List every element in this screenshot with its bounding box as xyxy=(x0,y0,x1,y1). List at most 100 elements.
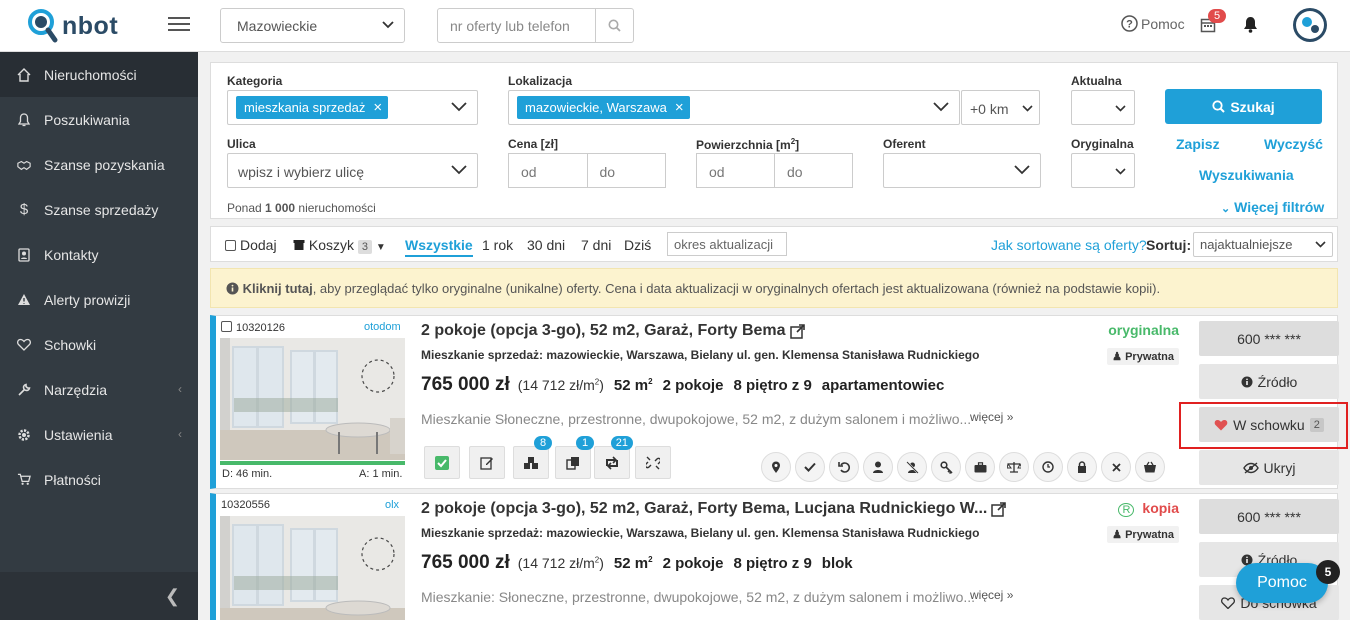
logo[interactable]: nbot xyxy=(28,9,118,43)
check-button[interactable] xyxy=(795,452,825,482)
lokalizacja-select[interactable]: mazowieckie, Warszawa × xyxy=(508,90,960,125)
basket-dropdown[interactable]: Koszyk 3 ▼ xyxy=(293,237,386,254)
more-filters-label: Więcej filtrów xyxy=(1234,199,1325,215)
listing-photo[interactable] xyxy=(220,338,405,460)
listing-time-added: D: 46 min. xyxy=(222,468,273,480)
listing-source[interactable]: olx xyxy=(385,499,399,511)
more-filters-link[interactable]: ⌄ Więcej filtrów xyxy=(1221,199,1324,215)
listing-source[interactable]: otodom xyxy=(364,321,401,333)
sidebar-item-schowki[interactable]: Schowki xyxy=(0,322,198,367)
pow-od-input[interactable]: od xyxy=(697,154,774,187)
oryginalna-select[interactable] xyxy=(1071,153,1135,188)
sidebar-item-ustawienia[interactable]: Ustawienia ‹ xyxy=(0,412,198,457)
region-select[interactable]: Mazowieckie xyxy=(220,8,405,43)
sort-select[interactable]: najaktualniejsze xyxy=(1193,232,1333,257)
lock-button[interactable] xyxy=(1067,452,1097,482)
no-agency-button[interactable] xyxy=(897,452,927,482)
external-link-icon[interactable] xyxy=(789,323,805,339)
sort-select-value: najaktualniejsze xyxy=(1200,237,1293,252)
remove-chip-icon[interactable]: × xyxy=(373,100,382,115)
bell-icon[interactable] xyxy=(1243,16,1258,33)
user-avatar[interactable] xyxy=(1293,8,1327,42)
listing-photo[interactable] xyxy=(220,516,405,620)
menu-toggle-icon[interactable] xyxy=(168,14,190,34)
basket-label: Koszyk xyxy=(308,237,355,253)
listing-more-link[interactable]: więcej » xyxy=(970,410,1013,424)
pow-do-input[interactable]: do xyxy=(774,154,852,187)
info-icon xyxy=(226,282,239,295)
sort-help-link[interactable]: Jak sortowane są oferty? xyxy=(991,237,1147,253)
phone-reveal-button[interactable]: 600 *** *** xyxy=(1199,499,1339,534)
radius-select[interactable]: +0 km xyxy=(961,90,1040,125)
clock-button[interactable] xyxy=(1033,452,1063,482)
person-button[interactable] xyxy=(863,452,893,482)
tab-dzis[interactable]: Dziś xyxy=(624,237,651,253)
hide-button[interactable]: Ukryj xyxy=(1199,450,1339,485)
per-m2-text: (14 712 zł/m xyxy=(517,555,595,571)
help-chat-button[interactable]: Pomoc 5 xyxy=(1236,560,1340,603)
phone-reveal-button[interactable]: 600 *** *** xyxy=(1199,321,1339,356)
close-button[interactable] xyxy=(1101,452,1131,482)
external-link-icon[interactable] xyxy=(991,501,1007,517)
save-search-link[interactable]: Zapisz xyxy=(1176,136,1220,152)
edit-note-button[interactable] xyxy=(469,446,505,479)
map-marker-button[interactable] xyxy=(761,452,791,482)
sidebar-item-nieruchomosci[interactable]: Nieruchomości xyxy=(0,52,198,97)
results-count-suffix: nieruchomości xyxy=(295,201,376,215)
search-submit-button[interactable]: Szukaj xyxy=(1165,89,1322,124)
offer-search-input[interactable]: nr oferty lub telefon xyxy=(437,8,634,43)
add-checkbox[interactable]: Dodaj xyxy=(225,237,277,253)
banner-click-link[interactable]: Kliknij tutaj xyxy=(243,281,313,296)
tab-7-dni[interactable]: 7 dni xyxy=(581,237,611,253)
source-button[interactable]: Źródło xyxy=(1199,364,1339,399)
sidebar-item-poszukiwania[interactable]: Poszukiwania xyxy=(0,97,198,142)
sidebar-item-platnosci[interactable]: Płatności xyxy=(0,457,198,502)
tab-wszystkie[interactable]: Wszystkie xyxy=(405,237,473,257)
ulica-select[interactable]: wpisz i wybierz ulicę xyxy=(227,153,478,188)
listing-description: Mieszkanie: Słoneczne, przestronne, dwup… xyxy=(421,589,976,605)
listing-more-link[interactable]: więcej » xyxy=(970,588,1013,602)
copies-button[interactable]: 1 xyxy=(555,436,594,479)
aktualna-select[interactable] xyxy=(1071,90,1135,125)
search-button[interactable] xyxy=(595,9,633,42)
chevron-down-icon xyxy=(451,102,467,112)
listing-price-per-m2: (14 712 zł/m2) xyxy=(517,555,604,571)
sidebar-item-narzedzia[interactable]: Narzędzia ‹ xyxy=(0,367,198,412)
cena-od-input[interactable]: od xyxy=(509,154,587,187)
sidebar-item-alerty-prowizji[interactable]: Alerty prowizji xyxy=(0,277,198,322)
update-period-input[interactable]: okres aktualizacji xyxy=(667,232,787,256)
kategoria-chip[interactable]: mieszkania sprzedaż × xyxy=(236,96,389,119)
sidebar-item-szanse-sprzedazy[interactable]: $ Szanse sprzedaży xyxy=(0,187,198,232)
agencies-button[interactable]: 8 xyxy=(513,436,552,479)
unlink-button[interactable] xyxy=(635,446,671,479)
kategoria-select[interactable]: mieszkania sprzedaż × xyxy=(227,90,478,125)
map-marker-icon xyxy=(772,461,780,473)
shopping-basket-icon xyxy=(1144,461,1156,473)
clear-filters-link[interactable]: Wyczyść xyxy=(1264,136,1323,152)
basket-add-button[interactable] xyxy=(1135,452,1165,482)
listing-time-updated: A: 1 min. xyxy=(359,468,403,480)
help-link[interactable]: ? Pomoc xyxy=(1121,15,1185,32)
sidebar-item-szanse-pozyskania[interactable]: Szanse pozyskania xyxy=(0,142,198,187)
lokalizacja-chip[interactable]: mazowieckie, Warszawa × xyxy=(517,96,690,119)
remove-chip-icon[interactable]: × xyxy=(675,100,684,115)
sidebar-collapse-button[interactable]: ❮ xyxy=(0,572,198,620)
tab-30-dni[interactable]: 30 dni xyxy=(527,237,565,253)
listing-checkbox[interactable] xyxy=(221,321,232,332)
sidebar-item-kontakty[interactable]: Kontakty xyxy=(0,232,198,277)
undo-button[interactable] xyxy=(829,452,859,482)
cena-do-input[interactable]: do xyxy=(586,154,666,187)
refresh-history-button[interactable]: 21 xyxy=(594,436,633,479)
saved-searches-link[interactable]: Wyszukiwania xyxy=(1199,167,1294,183)
balance-button[interactable] xyxy=(999,452,1029,482)
sidebar-item-label: Szanse pozyskania xyxy=(44,156,165,173)
key-button[interactable] xyxy=(931,452,961,482)
listing-title[interactable]: 2 pokoje (opcja 3-go), 52 m2, Garaż, For… xyxy=(421,322,805,340)
mark-checked-button[interactable] xyxy=(424,446,460,479)
region-select-value: Mazowieckie xyxy=(237,18,318,34)
tab-1-rok[interactable]: 1 rok xyxy=(482,237,513,253)
briefcase-button[interactable] xyxy=(965,452,995,482)
sidebar-item-label: Ustawienia xyxy=(44,426,113,443)
listing-title[interactable]: 2 pokoje (opcja 3-go), 52 m2, Garaż, For… xyxy=(421,500,1007,518)
oferent-select[interactable] xyxy=(883,153,1041,188)
